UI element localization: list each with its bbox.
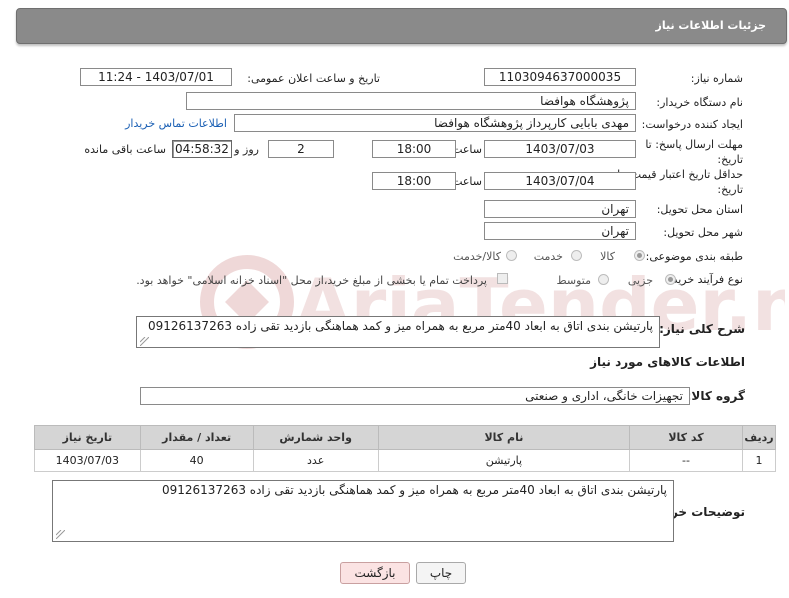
- description-resize-handle[interactable]: [140, 337, 149, 346]
- cell-name: پارتیشن: [377, 449, 631, 472]
- announce-date-field: 1403/07/01 - 11:24: [80, 68, 232, 86]
- validity-time-label: ساعت: [452, 175, 482, 188]
- province-label: استان محل تحویل:: [656, 203, 743, 216]
- cell-code: --: [629, 449, 743, 472]
- process-option-minor: جزیی: [627, 274, 653, 287]
- cell-row: 1: [741, 449, 777, 472]
- goods-table-header: ردیف کد کالا نام کالا واحد شمارش تعداد /…: [34, 425, 777, 450]
- process-option-medium: متوسط: [556, 274, 591, 287]
- description-label: شرح کلی نیاز:: [659, 322, 745, 336]
- col-row: ردیف: [741, 425, 777, 450]
- need-number-field: 1103094637000035: [484, 68, 636, 86]
- deadline-label: مهلت ارسال پاسخ: تا تاریخ:: [645, 138, 743, 166]
- col-quantity: تعداد / مقدار: [139, 425, 254, 450]
- deadline-time-label: ساعت: [452, 143, 482, 156]
- goods-table: ردیف کد کالا نام کالا واحد شمارش تعداد /…: [34, 425, 777, 472]
- goods-section-title: اطلاعات کالاهای مورد نیاز: [590, 355, 745, 369]
- creator-label: ایجاد کننده درخواست:: [641, 118, 743, 131]
- category-radio-goods[interactable]: [634, 250, 645, 261]
- city-field: تهران: [484, 222, 636, 240]
- category-option-service: خدمت: [533, 250, 563, 263]
- page-title: جزئیات اطلاعات نیاز: [655, 19, 767, 32]
- category-label: طبقه بندی موضوعی:: [645, 250, 743, 263]
- col-code: کد کالا: [629, 425, 743, 450]
- print-button[interactable]: چاپ: [416, 562, 466, 584]
- category-option-both: کالا/خدمت: [453, 250, 501, 263]
- cell-unit: عدد: [252, 449, 379, 472]
- validity-time-field: 18:00: [372, 172, 456, 190]
- remaining-time-label: ساعت باقی مانده: [84, 143, 166, 156]
- page-header: جزئیات اطلاعات نیاز: [16, 8, 787, 44]
- category-option-goods: کالا: [600, 250, 615, 263]
- remaining-time-field: 04:58:32: [172, 140, 232, 158]
- goods-group-field: تجهیزات خانگی، اداری و صنعتی: [140, 387, 690, 405]
- treasury-payment-note: پرداخت تمام یا بخشی از مبلغ خرید،از محل …: [136, 274, 487, 287]
- buyer-org-field: پژوهشگاه هوافضا: [186, 92, 636, 110]
- col-unit: واحد شمارش: [252, 425, 379, 450]
- announce-label: تاریخ و ساعت اعلان عمومی:: [247, 72, 380, 85]
- need-number-label: شماره نیاز:: [690, 72, 743, 85]
- table-row: 1 -- پارتیشن عدد 40 1403/07/03: [34, 449, 777, 472]
- buyer-contact-link[interactable]: اطلاعات تماس خریدار: [125, 117, 227, 130]
- cell-quantity: 40: [139, 449, 254, 472]
- treasury-payment-checkbox[interactable]: [497, 273, 508, 284]
- goods-group-label: گروه کالا:: [686, 389, 745, 403]
- process-label: نوع فرآیند خرید :: [665, 273, 743, 286]
- process-radio-minor[interactable]: [665, 274, 676, 285]
- col-date: تاریخ نیاز: [34, 425, 141, 450]
- deadline-time-field: 18:00: [372, 140, 456, 158]
- city-label: شهر محل تحویل:: [663, 226, 743, 239]
- category-radio-both[interactable]: [506, 250, 517, 261]
- creator-field: مهدی بابایی کارپرداز پژوهشگاه هوافضا: [234, 114, 636, 132]
- process-radio-medium[interactable]: [598, 274, 609, 285]
- deadline-date-field: 1403/07/03: [484, 140, 636, 158]
- validity-date-field: 1403/07/04: [484, 172, 636, 190]
- buyer-org-label: نام دستگاه خریدار:: [656, 96, 743, 109]
- col-name: نام کالا: [377, 425, 631, 450]
- category-radio-service[interactable]: [571, 250, 582, 261]
- buyer-notes-textarea: پارتیشن بندی اتاق به ابعاد 40متر مربع به…: [52, 480, 674, 542]
- description-textarea: پارتیشن بندی اتاق به ابعاد 40متر مربع به…: [136, 316, 660, 348]
- province-field: تهران: [484, 200, 636, 218]
- days-label: روز و: [234, 143, 259, 156]
- days-remaining-field: 2: [268, 140, 334, 158]
- back-button[interactable]: بازگشت: [340, 562, 410, 584]
- cell-date: 1403/07/03: [34, 449, 141, 472]
- buyer-notes-resize-handle[interactable]: [56, 530, 65, 539]
